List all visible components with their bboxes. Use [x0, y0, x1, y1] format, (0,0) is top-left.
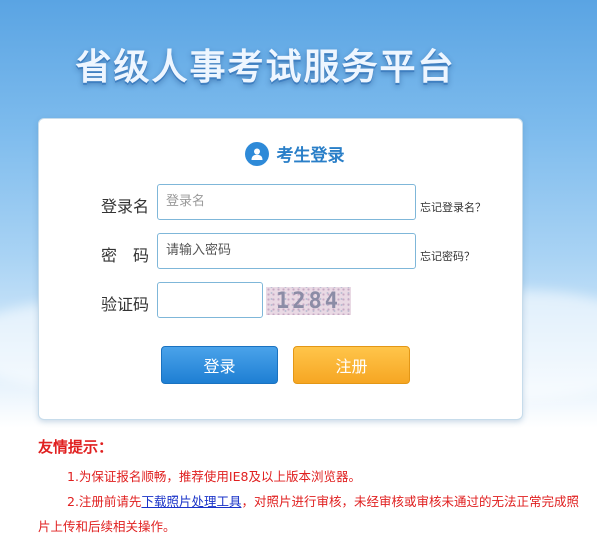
download-tool-link[interactable]: 下载照片处理工具 — [141, 494, 241, 509]
tip-item: 1.为保证报名顺畅，推荐使用IE8及以上版本浏览器。 — [67, 469, 361, 484]
password-label: 密 码 — [101, 246, 150, 265]
login-button[interactable]: 登录 — [161, 346, 278, 384]
captcha-label: 验证码 — [101, 295, 150, 314]
captcha-input[interactable] — [157, 282, 263, 318]
login-header: 考生登录 — [39, 141, 522, 166]
site-title: 省级人事考试服务平台 — [75, 47, 456, 88]
user-icon — [244, 141, 269, 166]
password-input[interactable]: 请输入密码 — [157, 233, 416, 269]
tip-item: 2.注册前请先下载照片处理工具，对照片进行审核，未经审核或审核未通过的无法正常完… — [38, 489, 588, 539]
captcha-text: 1284 — [276, 288, 341, 314]
forgot-password-link[interactable]: 忘记密码？ — [420, 248, 475, 264]
tips-section: 友情提示： 1.为保证报名顺畅，推荐使用IE8及以上版本浏览器。 2.注册前请先… — [38, 436, 588, 539]
username-input[interactable]: 登录名 — [157, 184, 416, 220]
login-title: 考生登录 — [276, 146, 345, 166]
tips-title: 友情提示： — [38, 438, 114, 456]
login-panel: 考生登录 登录名 登录名 忘记登录名？ 密 码 请输入密码 忘记密码？ 验证码 … — [38, 118, 523, 420]
tip-text: 2.注册前请先 — [67, 494, 142, 509]
register-button[interactable]: 注册 — [293, 346, 410, 384]
captcha-image[interactable]: 1284 — [266, 287, 351, 315]
username-label: 登录名 — [101, 197, 150, 216]
forgot-username-link[interactable]: 忘记登录名？ — [420, 199, 486, 215]
